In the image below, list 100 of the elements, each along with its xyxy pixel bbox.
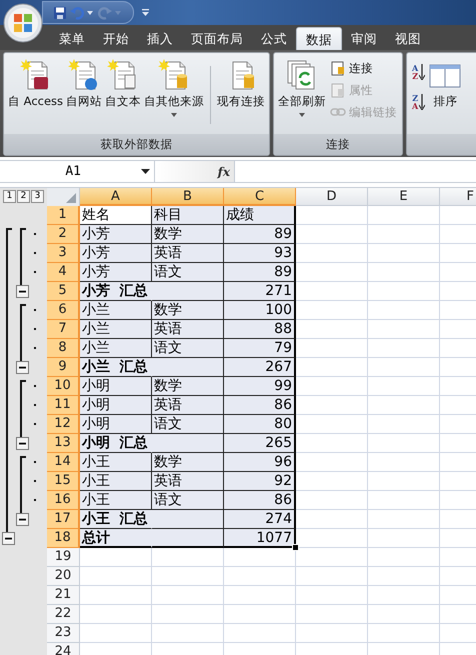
row-header[interactable]: 23 xyxy=(47,624,80,643)
ribbon-tab[interactable]: 菜单 xyxy=(50,27,94,50)
ribbon-button[interactable]: 自文本 xyxy=(104,58,142,111)
row-header[interactable]: 14 xyxy=(47,453,80,472)
row-header[interactable]: 18 xyxy=(47,529,80,548)
table-cell xyxy=(152,548,224,567)
ribbon-tab[interactable]: 插入 xyxy=(138,27,182,50)
column-header[interactable]: C xyxy=(224,188,296,206)
row-header[interactable]: 22 xyxy=(47,605,80,624)
table-cell xyxy=(368,472,440,491)
row-header[interactable]: 8 xyxy=(47,339,80,358)
ribbon-button[interactable]: 自 Access xyxy=(7,58,64,111)
table-cell xyxy=(296,415,368,434)
row-header[interactable]: 1 xyxy=(47,206,80,225)
row-header[interactable]: 12 xyxy=(47,415,80,434)
save-button[interactable] xyxy=(53,4,67,20)
caret-icon xyxy=(171,113,178,117)
row-header[interactable]: 10 xyxy=(47,377,80,396)
table-cell: 小王 xyxy=(80,472,152,491)
table-cell xyxy=(296,263,368,282)
table-cell: 小王 xyxy=(80,491,152,510)
collapse-button[interactable] xyxy=(16,437,29,450)
table-cell xyxy=(368,529,440,548)
table-cell: 86 xyxy=(224,396,296,415)
row-header[interactable]: 4 xyxy=(47,263,80,282)
table-cell xyxy=(368,453,440,472)
table-cell: 数学 xyxy=(152,301,224,320)
column-header[interactable]: E xyxy=(368,188,440,206)
table-cell: 小王 汇总 xyxy=(80,510,152,529)
table-cell: 小王 xyxy=(80,453,152,472)
table-cell xyxy=(224,624,296,643)
ribbon-button[interactable]: 自其他来源 xyxy=(143,58,206,119)
ribbon-button[interactable]: 全部刷新 xyxy=(277,58,328,119)
connection-icon xyxy=(330,60,346,76)
table-cell: 88 xyxy=(224,320,296,339)
undo-button[interactable] xyxy=(70,4,95,20)
row-header[interactable]: 11 xyxy=(47,396,80,415)
customize-icon[interactable] xyxy=(142,9,149,16)
row-header[interactable]: 9 xyxy=(47,358,80,377)
table-cell xyxy=(368,396,440,415)
group-label-bar: 连接 xyxy=(274,134,402,155)
collapse-button[interactable] xyxy=(2,532,15,545)
row-header[interactable]: 20 xyxy=(47,567,80,586)
table-cell xyxy=(152,510,224,529)
name-box[interactable]: A1 xyxy=(0,161,155,182)
ribbon-tab[interactable]: 数据 xyxy=(296,27,342,50)
ribbon-tab[interactable]: 视图 xyxy=(386,27,430,50)
ribbon-tab[interactable]: 开始 xyxy=(94,27,138,50)
column-header[interactable]: B xyxy=(152,188,224,206)
outline-bracket xyxy=(20,228,26,285)
collapse-button[interactable] xyxy=(16,285,29,298)
sort-button[interactable]: A Z xyxy=(410,58,428,86)
table-cell xyxy=(368,301,440,320)
table-cell xyxy=(296,510,368,529)
insert-function-button[interactable]: fx xyxy=(218,164,230,178)
table-cell xyxy=(368,548,440,567)
ribbon-button[interactable]: 自网站 xyxy=(65,58,104,111)
ribbon-tab[interactable]: 页面布局 xyxy=(182,27,252,50)
table-cell xyxy=(296,434,368,453)
ribbon-button[interactable]: 连接 xyxy=(328,58,400,78)
table-cell xyxy=(368,206,440,225)
table-cell: 小明 xyxy=(80,396,152,415)
table-cell xyxy=(152,586,224,605)
row-header[interactable]: 5 xyxy=(47,282,80,301)
fill-handle[interactable] xyxy=(292,544,299,551)
row-header[interactable]: 13 xyxy=(47,434,80,453)
table-cell xyxy=(296,206,368,225)
table-cell xyxy=(368,434,440,453)
table-cell: 小芳 汇总 xyxy=(80,282,152,301)
column-header[interactable]: A xyxy=(80,188,152,206)
collapse-button[interactable] xyxy=(16,361,29,374)
outline-bracket xyxy=(20,304,26,361)
row-header[interactable]: 21 xyxy=(47,586,80,605)
table-cell: 265 xyxy=(224,434,296,453)
row-header[interactable]: 2 xyxy=(47,225,80,244)
ribbon-tab[interactable]: 审阅 xyxy=(342,27,386,50)
row-header[interactable]: 15 xyxy=(47,472,80,491)
table-cell: 80 xyxy=(224,415,296,434)
outline-level-button[interactable]: 1 xyxy=(3,190,16,203)
row-header[interactable]: 24 xyxy=(47,643,80,655)
row-header[interactable]: 16 xyxy=(47,491,80,510)
down-arrow-icon xyxy=(419,64,426,80)
sort-button[interactable]: Z A xyxy=(410,88,428,116)
row-header[interactable]: 3 xyxy=(47,244,80,263)
column-header[interactable]: F xyxy=(440,188,476,206)
table-cell xyxy=(152,624,224,643)
row-header[interactable]: 6 xyxy=(47,301,80,320)
collapse-button[interactable] xyxy=(16,513,29,526)
ribbon-button[interactable]: 排序 xyxy=(428,58,462,111)
row-header[interactable]: 17 xyxy=(47,510,80,529)
outline-level-button[interactable]: 2 xyxy=(17,190,30,203)
table-cell xyxy=(296,377,368,396)
row-header[interactable]: 7 xyxy=(47,320,80,339)
row-header[interactable]: 19 xyxy=(47,548,80,567)
table-cell xyxy=(224,567,296,586)
ribbon-tab[interactable]: 公式 xyxy=(252,27,296,50)
column-header[interactable]: D xyxy=(296,188,368,206)
outline-level-button[interactable]: 3 xyxy=(31,190,44,203)
ribbon-button[interactable]: 现有连接 xyxy=(216,58,266,111)
table-cell: 小明 xyxy=(80,415,152,434)
